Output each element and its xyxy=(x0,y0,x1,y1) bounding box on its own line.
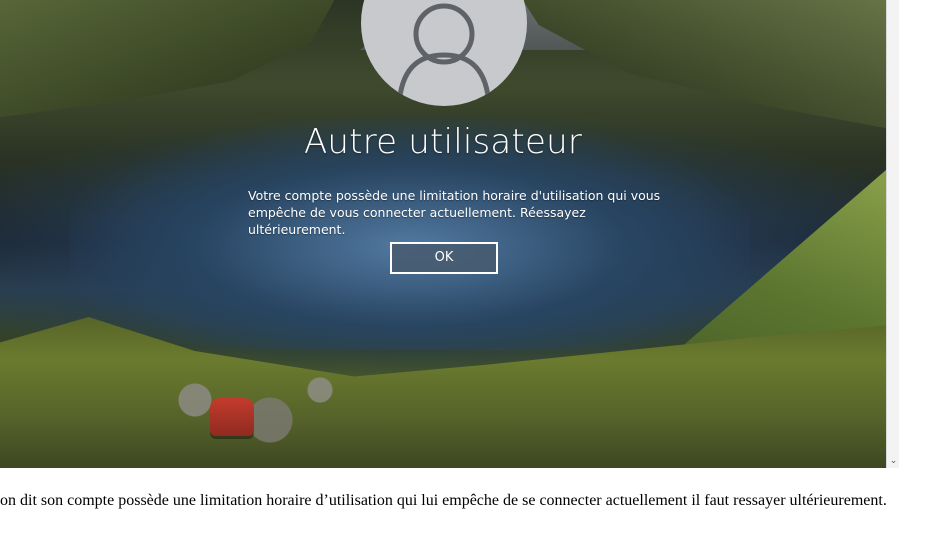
backpack-image xyxy=(210,398,254,436)
user-silhouette-icon xyxy=(396,3,492,106)
document-page: Autre utilisateur Votre compte possède u… xyxy=(0,0,941,539)
caption-text: on dit son compte possède une limitation… xyxy=(0,492,887,509)
user-avatar xyxy=(361,0,527,106)
vertical-scrollbar[interactable]: ⌄ xyxy=(886,0,899,468)
login-error-message: Votre compte possède une limitation hora… xyxy=(248,188,661,237)
background-mountain-left xyxy=(0,0,340,120)
windows-lock-screen: Autre utilisateur Votre compte possède u… xyxy=(0,0,886,468)
ok-button[interactable]: OK xyxy=(390,242,498,274)
chevron-down-icon[interactable]: ⌄ xyxy=(889,457,898,466)
background-mountain-right xyxy=(516,0,886,130)
user-name-title: Autre utilisateur xyxy=(303,122,583,162)
